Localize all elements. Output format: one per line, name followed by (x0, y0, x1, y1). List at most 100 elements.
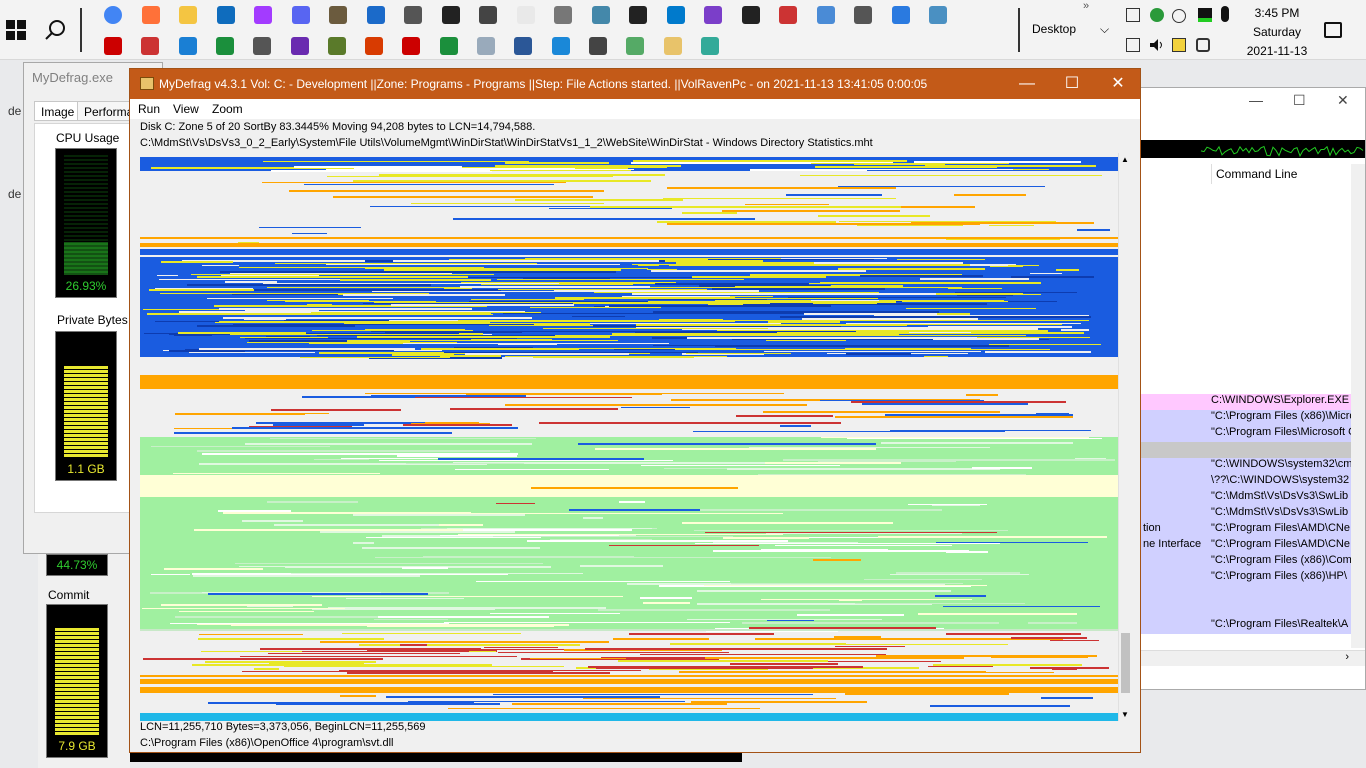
network-icon[interactable] (1126, 38, 1140, 52)
maximize-icon[interactable]: ☐ (1293, 92, 1306, 109)
search-icon[interactable] (44, 18, 68, 42)
minimize-icon[interactable]: — (1249, 92, 1263, 108)
visual-studio-icon[interactable] (704, 6, 722, 24)
process-row[interactable]: "C:\Program Files\AMD\CNe ne Interface (1141, 538, 1351, 554)
tool2-icon[interactable] (588, 37, 607, 55)
screen-icon[interactable] (253, 37, 272, 55)
process-row[interactable]: "C:\Program Files\Microsoft O (1141, 426, 1351, 442)
tray-notes-icon[interactable] (1172, 38, 1186, 52)
vscode-icon[interactable] (666, 6, 685, 24)
process-row[interactable] (1141, 586, 1351, 602)
file-fragment (1076, 228, 1110, 231)
acrobat-reader-icon[interactable] (402, 37, 421, 55)
excel-icon[interactable] (215, 37, 234, 55)
cmd-icon[interactable] (741, 6, 760, 24)
file-fragment (988, 344, 1102, 346)
office-icon[interactable] (365, 37, 384, 55)
process-row[interactable]: "C:\Program Files\Realtek\A (1141, 618, 1351, 634)
onedrive-icon[interactable] (1172, 9, 1186, 23)
file-fragment (636, 324, 853, 327)
disk-map[interactable] (140, 153, 1118, 721)
firefox-icon[interactable] (141, 6, 160, 24)
title-bar[interactable]: MyDefrag v4.3.1 Vol: C: - Development ||… (130, 69, 1140, 99)
process-row[interactable]: "C:\Program Files (x86)\HP\ (1141, 570, 1351, 586)
vertical-scrollbar[interactable] (1351, 164, 1365, 648)
notepad-icon[interactable] (516, 6, 535, 24)
todo-icon[interactable] (178, 37, 197, 55)
pdf-icon[interactable] (141, 37, 160, 55)
process-row[interactable]: "C:\Program Files\AMD\CNe tion (1141, 522, 1351, 538)
document-icon[interactable] (626, 37, 645, 55)
video-icon[interactable] (290, 37, 309, 55)
scroll-up-icon[interactable]: ▲ (1121, 155, 1129, 164)
scrollbar-thumb[interactable] (1121, 633, 1130, 693)
file-fragment (928, 666, 993, 668)
printer-icon[interactable] (479, 6, 497, 24)
menu-zoom[interactable]: Zoom (212, 102, 243, 116)
monitor-icon[interactable] (929, 6, 947, 24)
plugin-icon[interactable] (591, 6, 610, 24)
process-row[interactable]: C:\WINDOWS\Explorer.EXE (1141, 394, 1351, 410)
browser-icon[interactable] (551, 37, 570, 55)
maximize-button[interactable]: ☐ (1062, 74, 1082, 94)
checker-icon[interactable] (554, 6, 572, 24)
scroll-down-icon[interactable]: ▼ (1121, 710, 1129, 719)
word-icon[interactable] (514, 37, 533, 55)
xmind-icon[interactable] (779, 6, 797, 24)
tool-icon[interactable] (404, 6, 422, 24)
process-row[interactable]: "C:\Program Files (x86)\Comm (1141, 554, 1351, 570)
file-explorer-icon[interactable] (179, 6, 197, 24)
settings-icon[interactable] (854, 6, 872, 24)
clock[interactable]: 3:45 PM Saturday 2021-11-13 (1232, 4, 1322, 61)
volume-icon[interactable] (1149, 37, 1163, 51)
outlook-icon[interactable] (216, 6, 235, 24)
menu-run[interactable]: Run (138, 102, 160, 116)
gimp-icon[interactable] (329, 6, 347, 24)
minimize-button[interactable]: — (1017, 74, 1037, 94)
tray-security-icon[interactable] (1150, 8, 1164, 22)
cap-icon[interactable] (441, 6, 460, 24)
notification-icon[interactable] (1324, 22, 1342, 38)
app-icon[interactable] (816, 6, 835, 24)
process-row[interactable] (1141, 442, 1351, 458)
process-row[interactable]: "C:\MdmSt\Vs\DsVs3\SwLib (1141, 506, 1351, 522)
acrobat-icon[interactable] (104, 37, 122, 55)
spreadsheet-icon[interactable] (439, 37, 458, 55)
file-fragment (1029, 666, 1110, 669)
menu-view[interactable]: View (173, 102, 199, 116)
file-fragment (514, 331, 833, 333)
process-row[interactable]: "C:\MdmSt\Vs\DsVs3\SwLib (1141, 490, 1351, 506)
tab-image[interactable]: Image (34, 101, 82, 121)
file-fragment (628, 633, 774, 636)
chevron-up-icon[interactable]: » (1083, 0, 1089, 12)
plugin2-icon[interactable] (700, 37, 719, 55)
palm-icon[interactable] (327, 37, 346, 55)
tray-app-icon[interactable] (1126, 8, 1140, 22)
chrome-icon[interactable] (104, 6, 122, 24)
chevron-down-icon[interactable]: ⌵ (1100, 22, 1109, 37)
mydefrag-icon[interactable] (663, 37, 682, 55)
desktop-toolbar-label[interactable]: Desktop (1032, 22, 1076, 36)
close-icon[interactable]: ✕ (1337, 92, 1349, 109)
microphone-icon[interactable] (1221, 6, 1229, 22)
file-fragment (496, 502, 535, 504)
discord-icon[interactable] (291, 6, 310, 24)
photos-icon[interactable] (366, 6, 385, 24)
process-row[interactable] (1141, 602, 1351, 618)
remote-icon[interactable] (891, 6, 910, 24)
notes-icon[interactable] (477, 37, 495, 55)
process-row[interactable]: "C:\Program Files (x86)\Micro (1141, 410, 1351, 426)
tray-device-icon[interactable] (1196, 38, 1210, 52)
process-row[interactable]: "C:\WINDOWS\system32\cm (1141, 458, 1351, 474)
file-fragment (505, 161, 610, 164)
process-row[interactable]: \??\C:\WINDOWS\system32 (1141, 474, 1351, 490)
tray-meter-icon[interactable] (1198, 8, 1212, 22)
disk-map-scrollbar[interactable]: ▲ ▼ (1118, 153, 1131, 721)
column-header-command-line[interactable]: Command Line (1211, 164, 1351, 184)
horizontal-scrollbar[interactable]: › (1141, 650, 1365, 666)
terminal-icon[interactable] (629, 6, 647, 24)
file-fragment (232, 427, 518, 430)
close-button[interactable]: ✕ (1108, 74, 1128, 94)
start-button[interactable] (6, 20, 28, 42)
messenger-icon[interactable] (254, 6, 272, 24)
